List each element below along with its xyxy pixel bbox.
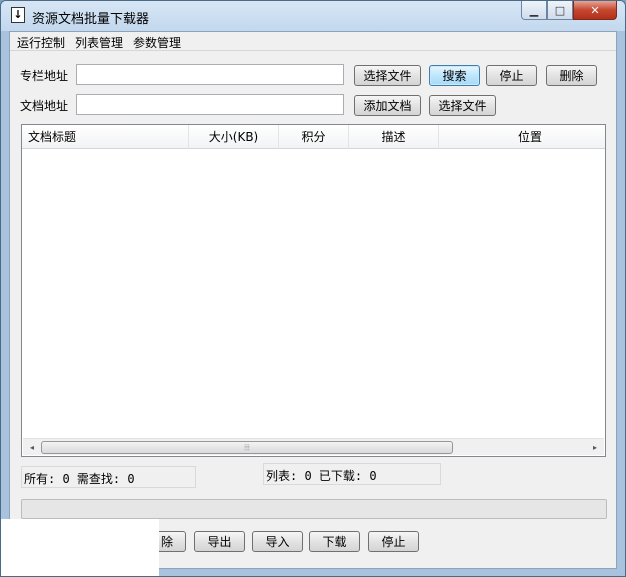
column-url-label: 专栏地址 (20, 69, 69, 83)
doc-url-label: 文档地址 (20, 99, 69, 113)
scroll-right-arrow-icon[interactable]: ▸ (588, 441, 602, 454)
horizontal-scrollbar[interactable]: ◂ ⦙⦙⦙ ▸ (23, 438, 604, 455)
column-url-input[interactable] (76, 64, 344, 85)
client-area: 运行控制 列表管理 参数管理 专栏地址 选择文件 搜索 停止 删除 文档地址 添… (9, 31, 617, 569)
import-button[interactable]: 导入 (252, 531, 303, 552)
add-document-button[interactable]: 添加文档 (354, 95, 421, 116)
stop-download-button[interactable]: 停止 (368, 531, 419, 552)
delete-button[interactable]: 删除 (546, 65, 597, 86)
close-button[interactable]: ✕ (573, 1, 617, 20)
download-button[interactable]: 下载 (309, 531, 360, 552)
window-controls: ▁ □ ✕ (521, 1, 617, 21)
menu-parameter-management[interactable]: 参数管理 (130, 32, 188, 50)
column-select-file-button[interactable]: 选择文件 (354, 65, 421, 86)
column-header-location[interactable]: 位置 (439, 125, 621, 149)
title-bar[interactable]: ↓ 资源文档批量下载器 ▁ □ ✕ (1, 1, 625, 31)
stop-search-button[interactable]: 停止 (486, 65, 537, 86)
download-app-icon[interactable]: ↓ (11, 7, 25, 23)
list-header: 文档标题 大小(KB) 积分 描述 位置 (22, 125, 605, 149)
menu-list-management[interactable]: 列表管理 (72, 32, 130, 50)
maximize-button[interactable]: □ (547, 1, 573, 20)
menu-bar: 运行控制 列表管理 参数管理 (10, 32, 616, 51)
doc-select-file-button[interactable]: 选择文件 (429, 95, 496, 116)
minimize-button[interactable]: ▁ (521, 1, 547, 20)
menu-run-control[interactable]: 运行控制 (14, 32, 72, 50)
status-total: 所有: 0 需查找: 0 (21, 466, 196, 488)
app-window: ↓ 资源文档批量下载器 ▁ □ ✕ 运行控制 列表管理 参数管理 专栏地址 选择… (0, 0, 626, 577)
column-header-points[interactable]: 积分 (279, 125, 349, 149)
column-header-description[interactable]: 描述 (349, 125, 439, 149)
document-list[interactable]: 文档标题 大小(KB) 积分 描述 位置 ◂ ⦙⦙⦙ ▸ (21, 124, 606, 457)
scroll-left-arrow-icon[interactable]: ◂ (25, 441, 39, 454)
search-button[interactable]: 搜索 (429, 65, 480, 86)
doc-url-input[interactable] (76, 94, 344, 115)
column-header-title[interactable]: 文档标题 (22, 125, 189, 149)
window-title: 资源文档批量下载器 (32, 12, 150, 27)
export-button[interactable]: 导出 (194, 531, 245, 552)
download-progress-bar (21, 499, 607, 519)
scrollbar-thumb[interactable]: ⦙⦙⦙ (41, 441, 453, 454)
watermark-overlay (1, 519, 159, 576)
status-list: 列表: 0 已下载: 0 (263, 463, 441, 485)
column-header-size[interactable]: 大小(KB) (189, 125, 279, 149)
